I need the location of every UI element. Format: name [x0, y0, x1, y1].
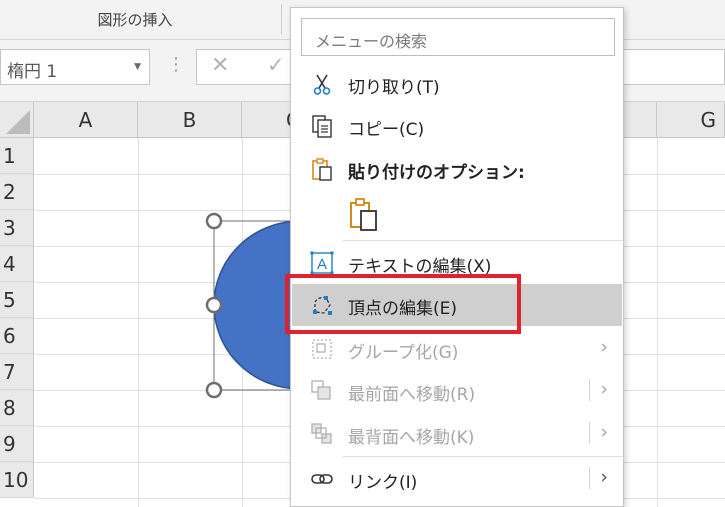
- submenu-divider: [589, 422, 590, 444]
- chevron-right-icon[interactable]: ›: [600, 421, 608, 443]
- menu-item-label: グループ化(G): [348, 343, 459, 363]
- context-menu: メニューの検索 切り取り(T) コピー(C) 貼り付けのオプション: A テキス…: [290, 7, 624, 507]
- menu-item-cut[interactable]: 切り取り(T): [292, 63, 622, 105]
- bring-to-front-icon: [311, 380, 331, 400]
- paste-icon: [312, 158, 332, 181]
- copy-icon: [312, 115, 332, 138]
- menu-search-placeholder: メニューの検索: [315, 32, 428, 51]
- link-icon: [311, 474, 333, 484]
- resize-handle[interactable]: [205, 212, 223, 230]
- resize-handle[interactable]: [205, 296, 223, 314]
- chevron-right-icon: ›: [600, 336, 608, 358]
- menu-search-input[interactable]: メニューの検索: [301, 18, 615, 56]
- menu-item-send-to-back[interactable]: 最背面へ移動(K) ›: [292, 413, 622, 455]
- menu-separator: [343, 240, 623, 241]
- submenu-divider: [589, 379, 590, 401]
- menu-item-label: リンク(I): [348, 473, 418, 493]
- menu-item-label: 最前面へ移動(R): [348, 385, 476, 405]
- resize-handle[interactable]: [205, 381, 223, 399]
- menu-item-label: 切り取り(T): [348, 78, 440, 98]
- submenu-divider: [589, 467, 590, 489]
- menu-item-copy[interactable]: コピー(C): [292, 105, 622, 147]
- menu-item-label: 最背面へ移動(K): [348, 428, 475, 448]
- menu-item-group[interactable]: グループ化(G) ›: [292, 328, 622, 370]
- menu-separator: [343, 456, 623, 457]
- scissors-icon: [313, 74, 331, 95]
- menu-item-label: 貼り付けのオプション:: [348, 163, 525, 183]
- menu-item-link[interactable]: リンク(I) ›: [292, 458, 622, 500]
- send-to-back-icon: [311, 423, 332, 444]
- chevron-right-icon[interactable]: ›: [600, 466, 608, 488]
- highlight-annotation-box: [285, 274, 521, 334]
- menu-item-bring-to-front[interactable]: 最前面へ移動(R) ›: [292, 370, 622, 412]
- menu-item-paste-options: 貼り付けのオプション:: [292, 148, 622, 190]
- menu-item-label: コピー(C): [348, 120, 425, 140]
- group-icon: [312, 339, 332, 359]
- svg-text:A: A: [317, 256, 327, 273]
- paste-option-button[interactable]: [347, 196, 381, 232]
- edit-text-icon: A: [310, 251, 334, 275]
- chevron-right-icon[interactable]: ›: [600, 378, 608, 400]
